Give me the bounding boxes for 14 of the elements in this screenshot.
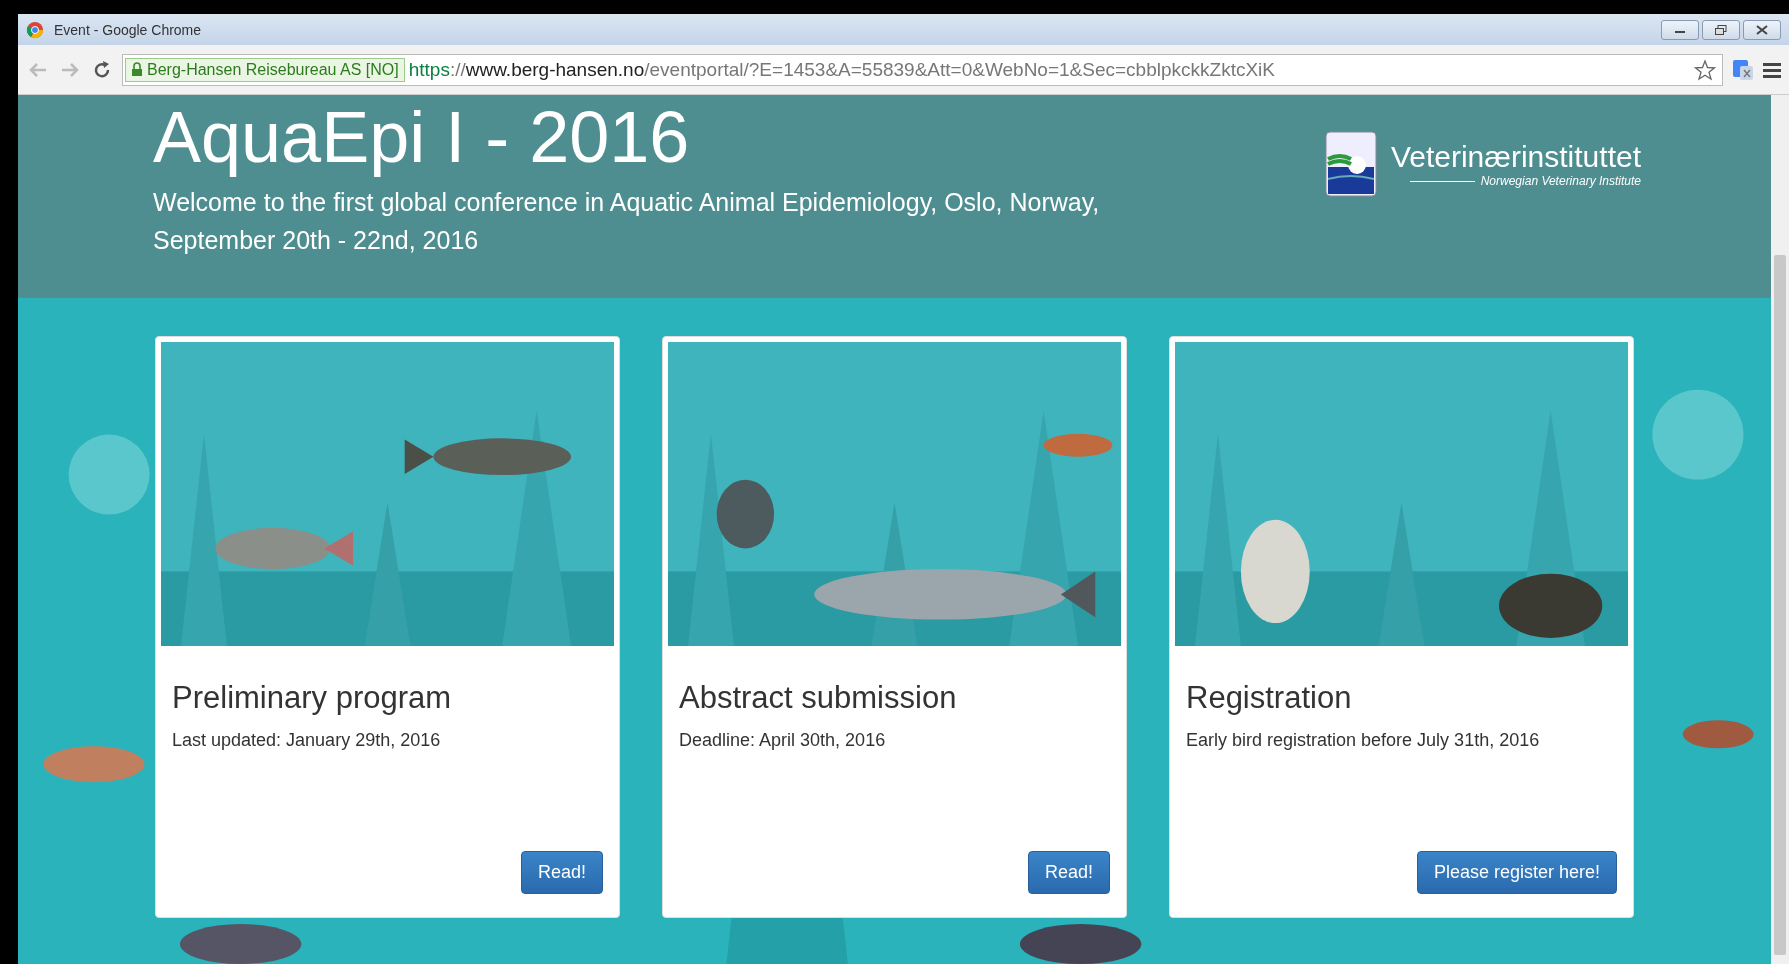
translate-icon[interactable]	[1731, 57, 1755, 82]
minimize-button[interactable]	[1661, 19, 1699, 40]
lock-icon	[131, 62, 143, 77]
browser-logo-icon	[26, 20, 44, 39]
site-identity[interactable]: Berg-Hansen Reisebureau AS [NO]	[125, 57, 405, 82]
restore-icon	[1715, 24, 1727, 35]
menu-icon[interactable]	[1763, 61, 1781, 78]
star-icon[interactable]	[1694, 58, 1716, 81]
close-button[interactable]	[1743, 19, 1781, 40]
window-title: Event - Google Chrome	[54, 21, 203, 38]
restore-button[interactable]	[1702, 19, 1740, 40]
url-text: https://www.berg-hansen.no/eventportal/?E=1453&A=55839&Att=0&WebNo=1&Sec=cbblpkckkZktcXiK	[408, 58, 1276, 81]
close-icon	[1756, 24, 1768, 35]
address-bar[interactable]: Berg-Hansen Reisebureau AS [NO] https://www.berg-hansen.no/eventportal/?E=1453&A=55839&Att=0&WebNo=1&Sec=cbblpkckkZktcXiK	[122, 53, 1723, 86]
